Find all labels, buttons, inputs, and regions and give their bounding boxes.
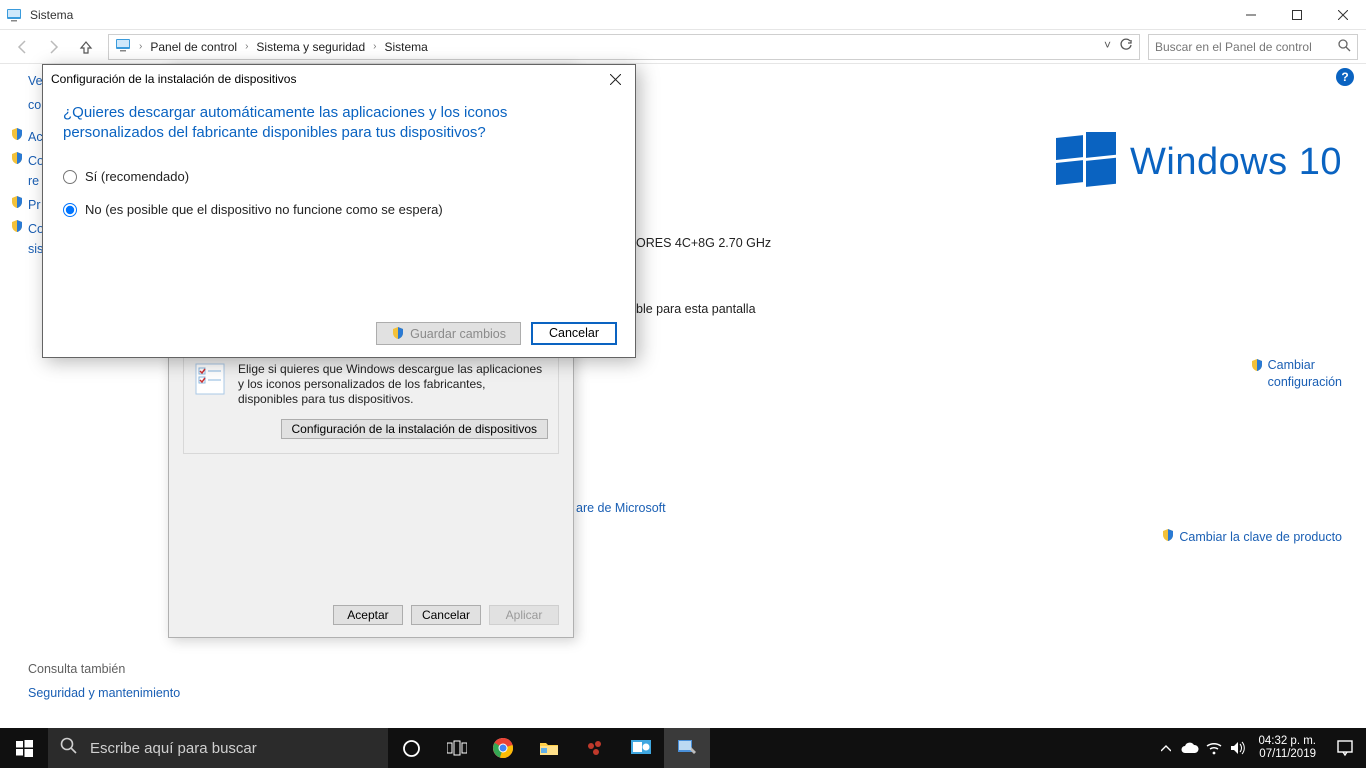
save-changes-button: Guardar cambios: [376, 322, 521, 345]
system-tray: 04:32 p. m. 07/11/2019: [1154, 728, 1366, 768]
see-also-section: Consulta también Seguridad y mantenimien…: [28, 662, 180, 700]
shield-icon: [391, 326, 405, 340]
device-install-settings-button[interactable]: Configuración de la instalación de dispo…: [281, 419, 548, 439]
app-icon: [6, 7, 22, 23]
dialog-question: ¿Quieres descargar automáticamente las a…: [63, 103, 523, 143]
search-icon: [1338, 39, 1351, 55]
breadcrumb-item[interactable]: Sistema: [385, 40, 428, 54]
device-install-groupbox: Configuración de la instalación de dispo…: [183, 351, 559, 454]
windows-brand-text: Windows 10: [1130, 141, 1342, 184]
help-icon[interactable]: ?: [1336, 68, 1354, 86]
option-no[interactable]: No (es posible que el dispositivo no fun…: [63, 202, 615, 217]
maximize-button[interactable]: [1274, 0, 1320, 30]
change-product-key-link[interactable]: Cambiar la clave de producto: [1161, 528, 1342, 545]
start-button[interactable]: [0, 728, 48, 768]
device-install-dialog: Configuración de la instalación de dispo…: [42, 64, 636, 358]
checklist-icon: [194, 362, 228, 407]
groupbox-description: Elige si quieres que Windows descargue l…: [238, 362, 548, 407]
breadcrumb-item[interactable]: Panel de control: [150, 40, 237, 54]
taskbar-clock[interactable]: 04:32 p. m. 07/11/2019: [1250, 735, 1324, 761]
search-placeholder: Buscar en el Panel de control: [1155, 40, 1312, 54]
minimize-button[interactable]: [1228, 0, 1274, 30]
search-input[interactable]: Buscar en el Panel de control: [1148, 34, 1358, 60]
see-also-header: Consulta también: [28, 662, 180, 676]
taskbar-search-placeholder: Escribe aquí para buscar: [90, 740, 257, 757]
cortana-icon[interactable]: [388, 728, 434, 768]
back-button[interactable]: [8, 33, 36, 61]
see-also-link[interactable]: Seguridad y mantenimiento: [28, 686, 180, 700]
file-explorer-icon[interactable]: [526, 728, 572, 768]
app-icon-active[interactable]: [664, 728, 710, 768]
windows-icon: [1056, 132, 1116, 192]
pen-info-fragment: ble para esta pantalla: [636, 302, 756, 316]
shield-icon: [1161, 528, 1175, 545]
shield-icon: [10, 195, 24, 214]
shield-icon: [10, 151, 24, 170]
apply-button: Aplicar: [489, 605, 559, 625]
chrome-icon[interactable]: [480, 728, 526, 768]
app-icon-red[interactable]: [572, 728, 618, 768]
radio-yes[interactable]: [63, 170, 77, 184]
dialog-cancel-button[interactable]: Cancelar: [531, 322, 617, 345]
tray-chevron-up-icon[interactable]: [1154, 728, 1178, 768]
windows-logo: Windows 10: [1056, 132, 1342, 192]
clock-date: 07/11/2019: [1258, 748, 1316, 761]
tray-network-icon[interactable]: [1202, 728, 1226, 768]
option-no-label: No (es posible que el dispositivo no fun…: [85, 202, 443, 217]
shield-icon: [10, 219, 24, 238]
option-yes[interactable]: Sí (recomendado): [63, 169, 615, 184]
taskbar: Escribe aquí para buscar 04:32 p. m. 07/…: [0, 728, 1366, 768]
forward-button[interactable]: [40, 33, 68, 61]
shield-icon: [10, 127, 24, 146]
breadcrumb-item[interactable]: Sistema y seguridad: [256, 40, 365, 54]
address-bar[interactable]: › Panel de control › Sistema y seguridad…: [108, 34, 1140, 60]
taskview-icon[interactable]: [434, 728, 480, 768]
change-config-link[interactable]: Cambiar configuración: [1250, 358, 1342, 389]
tray-volume-icon[interactable]: [1226, 728, 1250, 768]
cancel-button[interactable]: Cancelar: [411, 605, 481, 625]
dialog-titlebar: Configuración de la instalación de dispo…: [43, 65, 635, 93]
close-button[interactable]: [1320, 0, 1366, 30]
processor-info-fragment: ORES 4C+8G 2.70 GHz: [636, 236, 771, 250]
dialog-title: Configuración de la instalación de dispo…: [51, 72, 296, 86]
monitor-icon: [115, 37, 131, 56]
app-icon-blue[interactable]: [618, 728, 664, 768]
microsoft-link-fragment[interactable]: are de Microsoft: [576, 501, 666, 515]
tray-onedrive-icon[interactable]: [1178, 728, 1202, 768]
chevron-down-icon[interactable]: ˅: [1104, 38, 1111, 55]
option-yes-label: Sí (recomendado): [85, 169, 189, 184]
accept-button[interactable]: Aceptar: [333, 605, 403, 625]
content-area: ? Ve co Ac Co re Pr Co sis W: [0, 64, 1366, 728]
clock-time: 04:32 p. m.: [1258, 735, 1316, 748]
radio-no[interactable]: [63, 203, 77, 217]
action-center-icon[interactable]: [1324, 739, 1366, 757]
window-titlebar: Sistema: [0, 0, 1366, 30]
taskbar-search[interactable]: Escribe aquí para buscar: [48, 728, 388, 768]
shield-icon: [1250, 358, 1264, 375]
search-icon: [60, 737, 78, 759]
navigation-bar: › Panel de control › Sistema y seguridad…: [0, 30, 1366, 64]
dialog-close-button[interactable]: [595, 65, 635, 93]
refresh-icon[interactable]: [1119, 38, 1133, 55]
up-button[interactable]: [72, 33, 100, 61]
window-title: Sistema: [30, 8, 73, 22]
